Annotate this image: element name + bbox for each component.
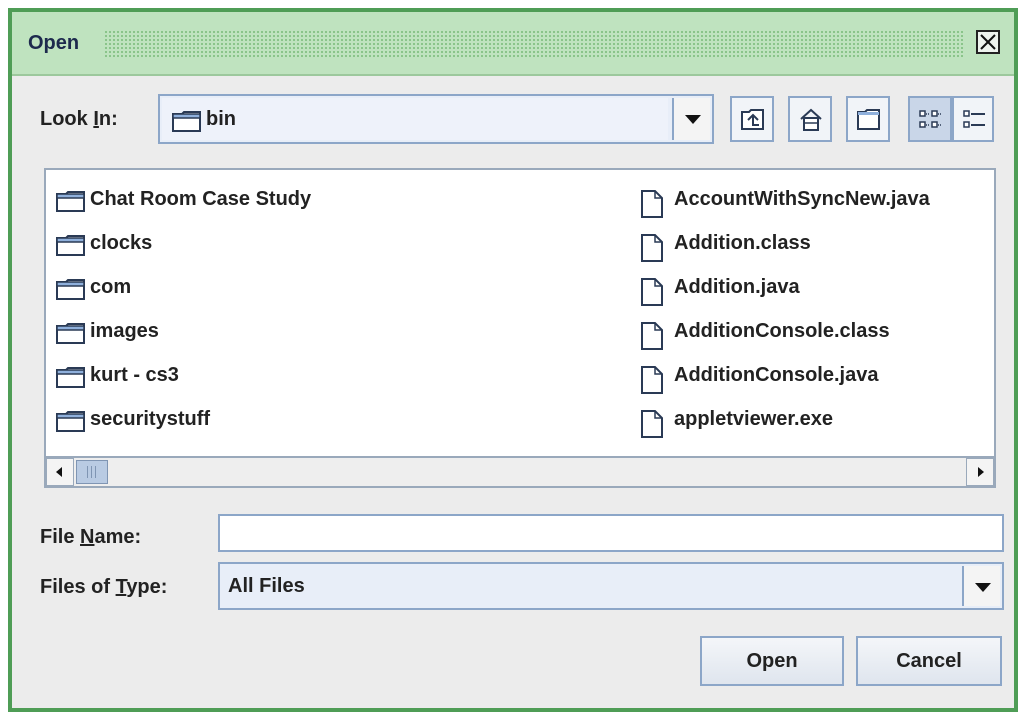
- files-of-type-label: Files of Type:: [40, 576, 168, 598]
- folder-icon: [56, 191, 85, 212]
- list-item-label: Chat Room Case Study: [90, 188, 312, 210]
- chevron-down-icon: [685, 115, 701, 124]
- title-bar-pattern: [104, 30, 964, 58]
- list-item-label: Addition.class: [674, 232, 811, 254]
- up-folder-icon: [741, 109, 764, 130]
- file-icon: [641, 410, 663, 438]
- list-item-label: kurt - cs3: [90, 364, 179, 386]
- scroll-thumb[interactable]: [76, 460, 108, 484]
- list-view-button[interactable]: [908, 96, 952, 142]
- list-item-label: com: [90, 276, 132, 298]
- file-icon: [641, 190, 663, 218]
- folder-icon: [56, 323, 85, 344]
- list-item-label: AdditionConsole.class: [674, 320, 890, 342]
- open-dialog: Open Look In: bin Chat Room Case Study c…: [8, 8, 1018, 712]
- files-of-type-value: All Files: [228, 575, 305, 597]
- scroll-right-button[interactable]: [966, 458, 994, 486]
- title-bar[interactable]: Open: [12, 12, 1014, 76]
- up-one-level-button[interactable]: [730, 96, 774, 142]
- chevron-down-icon: [975, 583, 991, 592]
- thumb-grip: [95, 466, 96, 478]
- folder-icon: [56, 279, 85, 300]
- look-in-dropdown-button[interactable]: [672, 98, 710, 140]
- folder-icon: [56, 367, 85, 388]
- list-item-label: securitystuff: [90, 408, 211, 430]
- file-list[interactable]: Chat Room Case Study clocks com images k…: [44, 168, 996, 488]
- look-in-value: bin: [206, 108, 236, 130]
- open-button[interactable]: Open: [700, 636, 844, 686]
- file-name-label: File Name:: [40, 526, 142, 548]
- list-item-label: clocks: [90, 232, 153, 254]
- close-icon: [980, 34, 996, 50]
- files-of-type-combo[interactable]: All Files: [218, 562, 1004, 610]
- horizontal-scrollbar[interactable]: [46, 456, 994, 486]
- list-item-label: images: [90, 320, 159, 342]
- folder-icon: [172, 111, 201, 132]
- list-item-label: appletviewer.exe: [674, 408, 833, 430]
- arrow-left-icon: [56, 467, 62, 477]
- look-in-field[interactable]: bin: [162, 98, 668, 140]
- file-icon: [641, 366, 663, 394]
- file-icon: [641, 234, 663, 262]
- window-title: Open: [28, 32, 80, 54]
- folder-icon: [56, 411, 85, 432]
- scroll-left-button[interactable]: [46, 458, 74, 486]
- look-in-label: Look In:: [40, 108, 118, 130]
- new-folder-button[interactable]: [846, 96, 890, 142]
- thumb-grip: [87, 466, 88, 478]
- file-icon: [641, 322, 663, 350]
- thumb-grip: [91, 466, 92, 478]
- list-item-label: AdditionConsole.java: [674, 364, 879, 386]
- folder-icon: [56, 235, 85, 256]
- arrow-right-icon: [978, 467, 984, 477]
- look-in-combo[interactable]: bin: [158, 94, 714, 144]
- home-button[interactable]: [788, 96, 832, 142]
- home-icon: [800, 108, 822, 131]
- file-name-input[interactable]: [218, 514, 1004, 552]
- details-view-icon: [963, 110, 985, 128]
- close-button[interactable]: [976, 30, 1000, 54]
- list-item-label: Addition.java: [674, 276, 800, 298]
- details-view-button[interactable]: [952, 96, 994, 142]
- list-item-label: AccountWithSyncNew.java: [674, 188, 930, 210]
- list-view-icon: [919, 110, 942, 128]
- file-icon: [641, 278, 663, 306]
- files-of-type-dropdown-button[interactable]: [962, 566, 1000, 606]
- new-folder-icon: [857, 109, 880, 130]
- cancel-button[interactable]: Cancel: [856, 636, 1002, 686]
